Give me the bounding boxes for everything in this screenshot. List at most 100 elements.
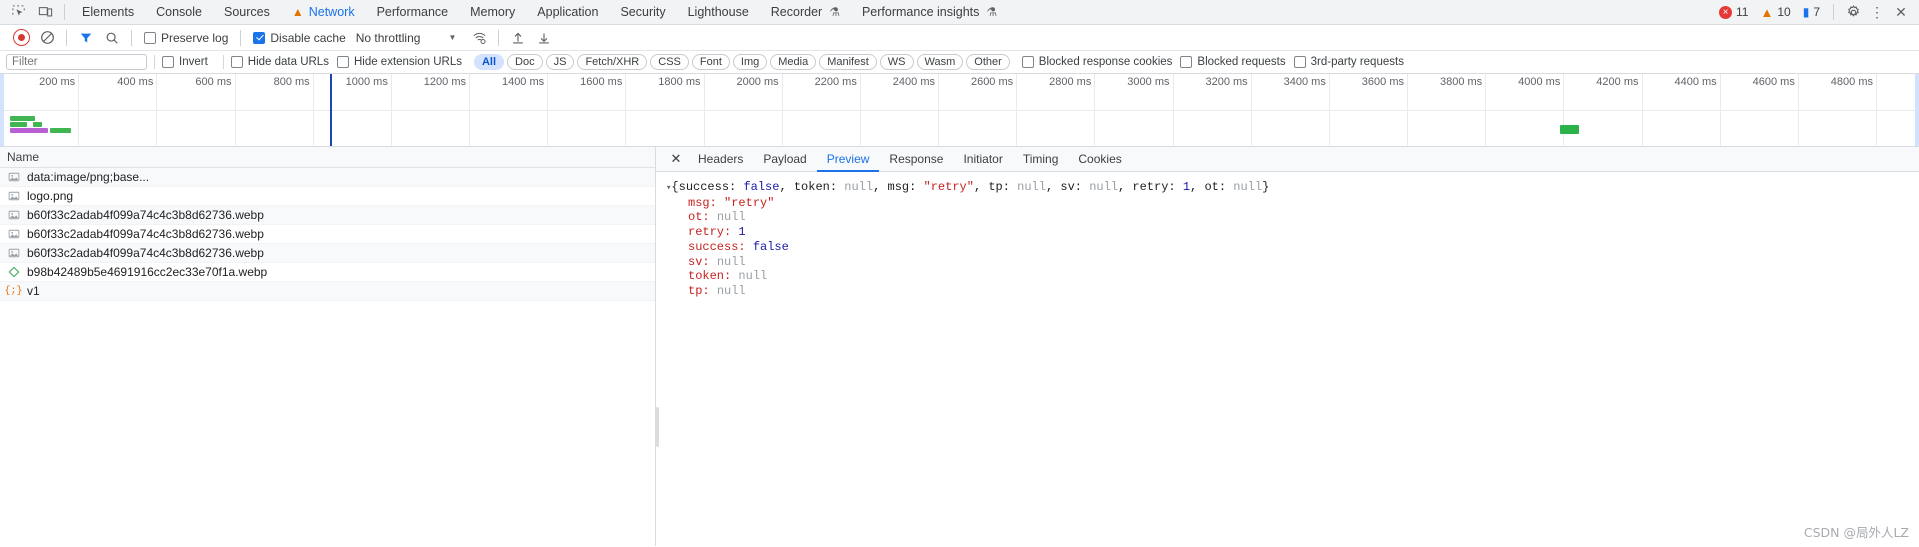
request-row[interactable]: logo.png: [0, 187, 655, 206]
tab-network[interactable]: ▲ Network: [281, 0, 366, 25]
message-bubble-icon: ▮: [1802, 5, 1810, 19]
tab-recorder[interactable]: Recorder ⚗: [760, 0, 851, 25]
tab-performance[interactable]: Performance: [366, 0, 460, 25]
json-property-line[interactable]: msg: "retry": [666, 196, 1919, 211]
json-key: sv:: [688, 254, 710, 269]
request-row[interactable]: b60f33c2adab4f099a74c4c3b8d62736.webp: [0, 206, 655, 225]
clear-network-icon[interactable]: [34, 26, 60, 50]
request-name: logo.png: [27, 189, 74, 203]
search-icon[interactable]: [99, 26, 125, 50]
tab-sources[interactable]: Sources: [213, 0, 281, 25]
overview-right-handle[interactable]: [1915, 74, 1919, 146]
json-property-line[interactable]: success: false: [666, 240, 1919, 255]
request-row[interactable]: b60f33c2adab4f099a74c4c3b8d62736.webp: [0, 244, 655, 263]
close-icon[interactable]: ✕: [664, 147, 688, 171]
tab-response[interactable]: Response: [879, 147, 953, 172]
import-har-icon[interactable]: [505, 26, 531, 50]
filter-pill-all[interactable]: All: [473, 54, 505, 70]
inspect-cursor-icon[interactable]: [6, 0, 32, 24]
request-list-header: Name: [0, 147, 655, 168]
filter-pill-font[interactable]: Font: [691, 54, 730, 70]
json-property-line[interactable]: retry: 1: [666, 225, 1919, 240]
json-key: success:: [688, 239, 746, 254]
json-value: "retry": [923, 180, 974, 194]
blocked-response-cookies-checkbox[interactable]: Blocked response cookies: [1021, 56, 1172, 68]
filter-pill-wasm[interactable]: Wasm: [916, 54, 964, 70]
export-har-icon[interactable]: [531, 26, 557, 50]
filter-pill-css[interactable]: CSS: [650, 54, 689, 70]
third-party-requests-checkbox[interactable]: 3rd-party requests: [1293, 56, 1404, 68]
filter-pill-other[interactable]: Other: [966, 54, 1010, 70]
filter-pill-js[interactable]: JS: [545, 54, 575, 70]
json-value: "retry": [724, 195, 775, 210]
invert-label: Invert: [179, 56, 208, 68]
timeline-playhead: [330, 74, 333, 146]
scrollbar-nub[interactable]: [656, 407, 659, 447]
close-icon[interactable]: ✕: [1889, 0, 1913, 24]
details-tab-bar: ✕ Headers Payload Preview Response Initi…: [656, 147, 1919, 172]
request-name: b98b42489b5e4691916cc2ec33e70f1a.webp: [27, 265, 268, 279]
tab-payload[interactable]: Payload: [753, 147, 816, 172]
tab-initiator[interactable]: Initiator: [953, 147, 1012, 172]
message-counter[interactable]: ▮ 7: [1797, 5, 1826, 19]
network-conditions-icon[interactable]: [466, 26, 492, 50]
tab-preview[interactable]: Preview: [816, 147, 880, 172]
filter-pill-img[interactable]: Img: [732, 54, 768, 70]
tab-lighthouse[interactable]: Lighthouse: [677, 0, 760, 25]
tab-headers[interactable]: Headers: [688, 147, 753, 172]
request-row[interactable]: data:image/png;base...: [0, 168, 655, 187]
request-row[interactable]: {;} v1: [0, 282, 655, 301]
tab-application[interactable]: Application: [526, 0, 609, 25]
disable-cache-checkbox[interactable]: Disable cache: [247, 31, 351, 45]
json-key: retry:: [1132, 180, 1183, 194]
warning-triangle-icon: ▲: [1760, 4, 1774, 20]
checkbox-box: [1293, 56, 1306, 68]
request-name: b60f33c2adab4f099a74c4c3b8d62736.webp: [27, 208, 264, 222]
tab-elements[interactable]: Elements: [71, 0, 145, 25]
request-row[interactable]: b60f33c2adab4f099a74c4c3b8d62736.webp: [0, 225, 655, 244]
error-counter[interactable]: × 11: [1713, 5, 1754, 19]
filter-pill-manifest[interactable]: Manifest: [819, 54, 877, 70]
json-key: token:: [793, 180, 845, 194]
filter-pill-media[interactable]: Media: [770, 54, 817, 70]
invert-checkbox[interactable]: Invert: [162, 56, 208, 68]
timeline-tick-label: 1800 ms: [658, 76, 701, 88]
json-value: 1: [738, 225, 746, 240]
json-property-line[interactable]: token: null: [666, 269, 1919, 284]
tab-security[interactable]: Security: [609, 0, 676, 25]
filter-pill-ws[interactable]: WS: [879, 54, 914, 70]
filter-pill-fetch-xhr[interactable]: Fetch/XHR: [577, 54, 648, 70]
tab-timing[interactable]: Timing: [1013, 147, 1069, 172]
request-row[interactable]: b98b42489b5e4691916cc2ec33e70f1a.webp: [0, 263, 655, 282]
blocked-requests-checkbox[interactable]: Blocked requests: [1180, 56, 1286, 68]
json-property-line[interactable]: tp: null: [666, 284, 1919, 299]
hide-data-urls-checkbox[interactable]: Hide data URLs: [230, 56, 329, 68]
disclosure-triangle-icon[interactable]: ▾: [666, 183, 671, 193]
json-property-line[interactable]: ot: null: [666, 210, 1919, 225]
json-value: null: [1233, 180, 1263, 194]
filter-input[interactable]: [6, 54, 147, 70]
throttling-select[interactable]: No throttling ▼: [352, 31, 457, 45]
json-key: tp:: [688, 283, 710, 298]
funnel-filter-icon[interactable]: [73, 26, 99, 50]
json-summary-line[interactable]: ▾{success: false, token: null, msg: "ret…: [666, 180, 1919, 196]
column-header-name: Name: [7, 150, 40, 164]
gear-icon[interactable]: [1841, 0, 1865, 24]
tab-cookies[interactable]: Cookies: [1068, 147, 1131, 172]
json-property-line[interactable]: sv: null: [666, 255, 1919, 270]
tab-memory[interactable]: Memory: [459, 0, 526, 25]
flask-experiment-icon: ⚗: [829, 4, 840, 19]
warning-counter[interactable]: ▲ 10: [1754, 5, 1796, 19]
network-overview-timeline[interactable]: 200 ms 400 ms 600 ms 800 ms 1000 ms 1200 ms 14…: [0, 74, 1919, 147]
overview-left-handle[interactable]: [0, 74, 4, 146]
tab-performance-insights[interactable]: Performance insights ⚗: [851, 0, 1008, 25]
preserve-log-checkbox[interactable]: Preserve log: [138, 31, 234, 45]
json-key: success:: [678, 180, 744, 194]
filter-pill-doc[interactable]: Doc: [507, 54, 543, 70]
tab-console[interactable]: Console: [145, 0, 213, 25]
hide-extension-urls-checkbox[interactable]: Hide extension URLs: [336, 56, 462, 68]
record-stop-icon[interactable]: [8, 26, 34, 50]
json-value: null: [1089, 180, 1118, 194]
device-toolbar-icon[interactable]: [32, 0, 58, 24]
kebab-menu-icon[interactable]: ⋮: [1865, 0, 1889, 24]
